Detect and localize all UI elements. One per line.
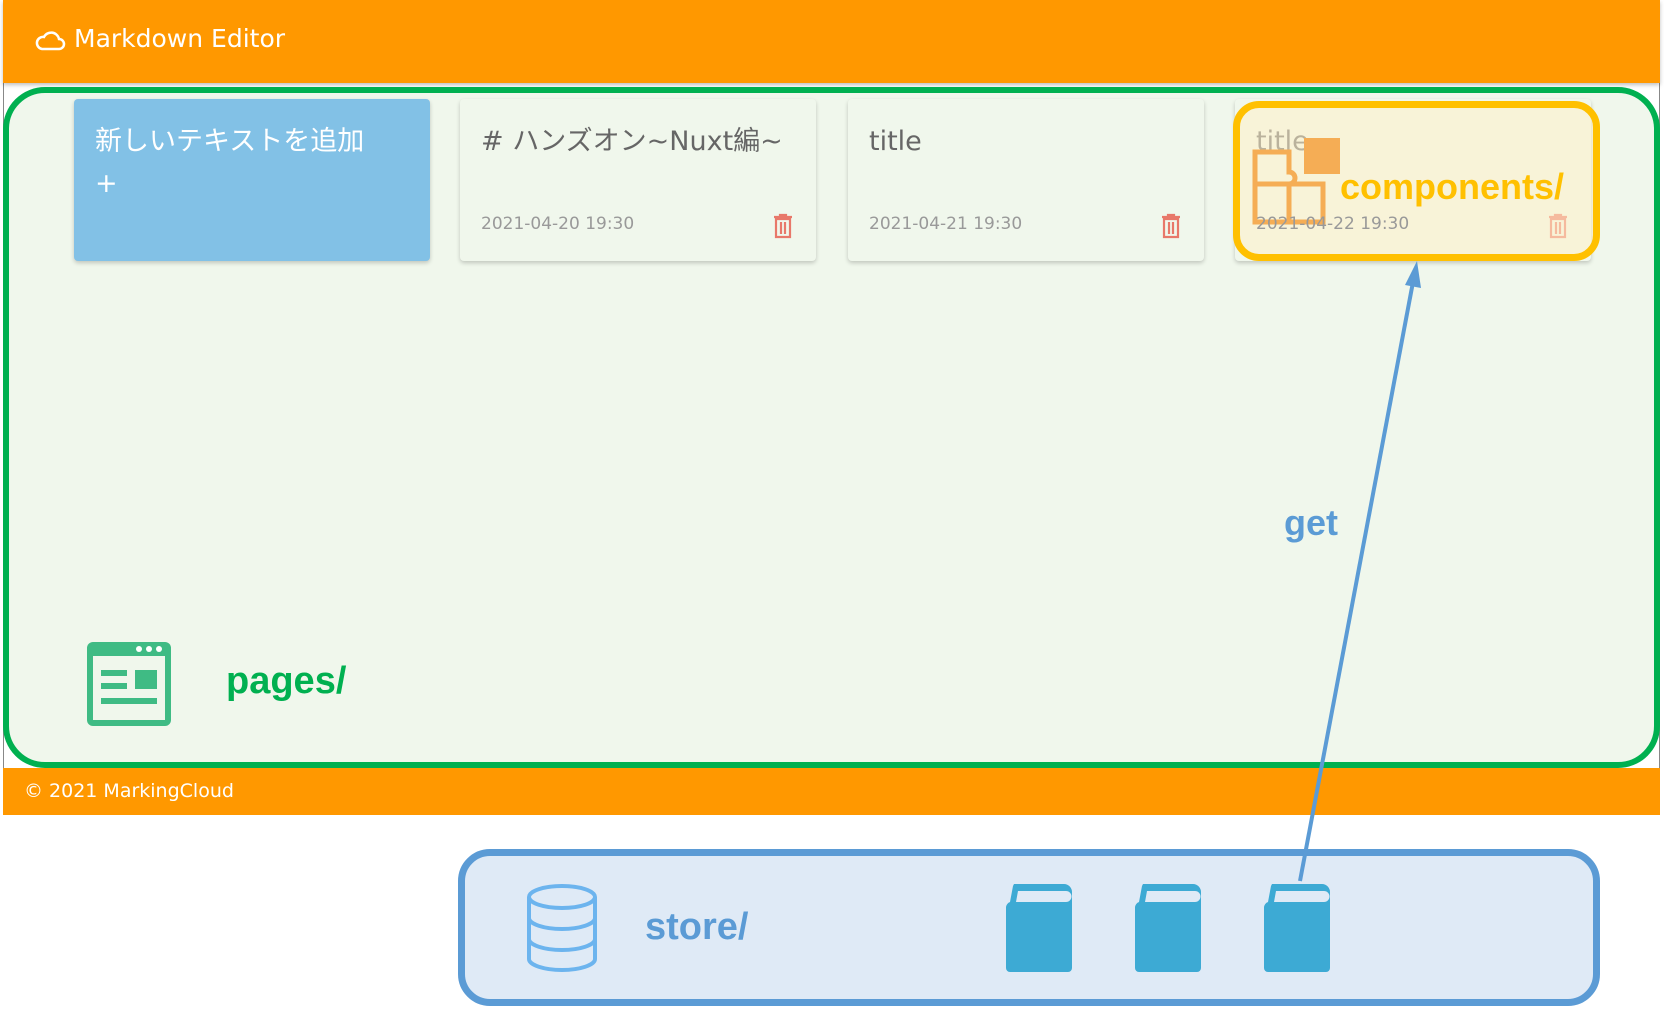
get-label: get [1284, 502, 1338, 543]
get-arrow [1298, 261, 1421, 882]
card-date: 2021-04-22 19:30 [1256, 214, 1410, 234]
